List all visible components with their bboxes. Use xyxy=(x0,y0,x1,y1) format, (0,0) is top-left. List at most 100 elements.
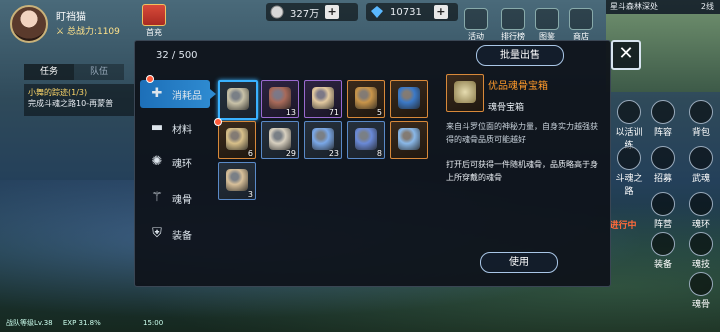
top-menu-codex[interactable]: 图鉴 xyxy=(531,8,563,42)
notification-dot xyxy=(214,118,222,126)
add-silver-button[interactable]: + xyxy=(325,5,340,19)
top-menu-shop[interactable]: 商店 xyxy=(565,8,597,42)
category-soul-bone[interactable]: ⚚ 魂骨 xyxy=(140,184,210,212)
training-icon xyxy=(617,100,641,124)
detail-item-effect: 打开后可获得一件随机魂骨，品质略高于身上所穿戴的魂骨 xyxy=(446,160,598,182)
armor-icon: ⛨ xyxy=(152,226,162,241)
side-btn-recruit[interactable]: 招募 xyxy=(646,146,680,184)
ring-icon: ✺ xyxy=(151,154,163,169)
soul-skill-icon xyxy=(689,232,713,256)
item-icon xyxy=(355,128,377,150)
combat-power: ⚔ 总战力:1109 xyxy=(56,27,120,37)
inventory-slot[interactable]: 29 xyxy=(261,121,299,159)
item-qty: 71 xyxy=(328,108,339,117)
side-btn-bag[interactable]: 背包 xyxy=(684,100,718,138)
soul-bone-icon xyxy=(689,272,713,296)
side-btn-label: 装备 xyxy=(653,260,672,270)
bone-chest-icon xyxy=(454,81,476,103)
add-diamond-button[interactable]: + xyxy=(433,5,448,19)
item-icon xyxy=(398,128,420,150)
camp-icon xyxy=(651,192,675,216)
tab-tasks[interactable]: 任务 xyxy=(24,64,74,80)
side-btn-label: 阵容 xyxy=(653,128,672,138)
side-btn-label: 魂技 xyxy=(691,260,710,270)
first-recharge-button[interactable]: 首充 xyxy=(140,4,168,38)
side-btn-label: 魂骨 xyxy=(691,300,710,310)
category-consumables[interactable]: ✚ 消耗品 xyxy=(140,80,216,108)
notification-dot xyxy=(146,75,154,83)
quest-desc: 完成斗魂之路10-再蒙普 xyxy=(28,99,114,108)
activity-icon xyxy=(464,8,488,30)
side-btn-soul-ring[interactable]: 魂环 xyxy=(684,192,718,230)
use-button[interactable]: 使用 xyxy=(480,252,558,273)
close-button[interactable]: ✕ xyxy=(611,40,641,70)
inventory-slot[interactable]: 8 xyxy=(347,121,385,159)
side-btn-lineup[interactable]: 阵容 xyxy=(646,100,680,138)
tab-team[interactable]: 队伍 xyxy=(74,64,124,80)
trophy-icon xyxy=(501,8,525,30)
item-qty: 8 xyxy=(376,149,382,158)
detail-item-desc: 来自斗罗位面的神秘力量，自身实力越强获得的魂骨品质可能越好 xyxy=(446,122,598,144)
top-menu-activity[interactable]: 活动 xyxy=(460,8,492,42)
inventory-slot[interactable]: 23 xyxy=(304,121,342,159)
item-icon xyxy=(398,87,420,109)
avatar[interactable] xyxy=(10,5,48,43)
side-btn-equipment[interactable]: 装备 xyxy=(646,232,680,270)
in-progress-badge[interactable]: 进行中 xyxy=(606,218,640,231)
book-icon xyxy=(535,8,559,30)
bag-icon xyxy=(689,100,713,124)
item-icon xyxy=(312,87,334,109)
detail-item-icon xyxy=(446,74,484,112)
inventory-slot[interactable]: 5 xyxy=(347,80,385,118)
side-btn-martial-soul[interactable]: 武魂 xyxy=(684,146,718,184)
map-location: 星斗森林深处 xyxy=(610,2,658,11)
inventory-slot[interactable] xyxy=(390,80,428,118)
item-icon xyxy=(269,128,291,150)
inventory-capacity: 32 / 500 xyxy=(156,50,198,61)
quest-tracker[interactable]: 小舞的踪迹(1/3) 完成斗魂之路10-再蒙普 xyxy=(24,84,136,116)
item-icon xyxy=(226,169,248,191)
side-btn-label: 魂环 xyxy=(691,220,710,230)
inventory-slot[interactable]: 6 xyxy=(218,121,256,159)
diamond-amount: 10731 xyxy=(390,6,422,18)
gift-icon xyxy=(142,4,166,26)
inventory-slot[interactable] xyxy=(390,121,428,159)
item-icon xyxy=(269,87,291,109)
shop-icon xyxy=(569,8,593,30)
item-icon xyxy=(312,128,334,150)
left-tabs: 任务 队伍 xyxy=(24,64,134,80)
item-qty: 6 xyxy=(247,149,253,158)
item-qty: 13 xyxy=(285,108,296,117)
clock: 15:00 xyxy=(143,319,164,327)
category-materials[interactable]: ▬ 材料 xyxy=(140,114,210,142)
inventory-slot[interactable]: 3 xyxy=(218,162,256,200)
team-level: 战队等级Lv.38 xyxy=(6,319,53,327)
category-label: 魂骨 xyxy=(172,194,192,206)
side-btn-label: 招募 xyxy=(653,174,672,184)
bulk-sell-button[interactable]: 批量出售 xyxy=(476,45,564,66)
top-menu-ranking[interactable]: 排行榜 xyxy=(497,8,529,42)
side-btn-soul-bone[interactable]: 魂骨 xyxy=(684,272,718,310)
side-btn-training[interactable]: 以活训练 xyxy=(612,100,646,151)
potion-icon: ✚ xyxy=(151,86,163,101)
combat-power-label: 总战力:1109 xyxy=(66,27,120,37)
category-label: 魂环 xyxy=(172,158,192,170)
martial-soul-icon xyxy=(689,146,713,170)
gift-label: 首充 xyxy=(146,28,162,37)
detail-item-name: 优品魂骨宝箱 xyxy=(488,81,548,92)
exp-label: EXP 31.8% xyxy=(62,319,101,327)
inventory-slot[interactable]: 13 xyxy=(261,80,299,118)
side-btn-soul-road[interactable]: 斗魂之路 xyxy=(612,146,646,197)
category-soul-ring[interactable]: ✺ 魂环 xyxy=(140,148,210,176)
category-equipment[interactable]: ⛨ 装备 xyxy=(140,220,210,248)
bone-icon: ⚚ xyxy=(151,190,163,205)
equipment-icon xyxy=(651,232,675,256)
item-qty: 29 xyxy=(285,149,296,158)
category-label: 材料 xyxy=(172,124,192,136)
side-btn-soul-skill[interactable]: 魂技 xyxy=(684,232,718,270)
inventory-slot[interactable] xyxy=(218,80,258,120)
map-line[interactable]: 2线 xyxy=(701,0,714,14)
inventory-slot[interactable]: 71 xyxy=(304,80,342,118)
side-btn-camp[interactable]: 阵营 xyxy=(646,192,680,230)
bottom-status: 战队等级Lv.38 EXP 31.8% 15:00 xyxy=(6,318,163,328)
